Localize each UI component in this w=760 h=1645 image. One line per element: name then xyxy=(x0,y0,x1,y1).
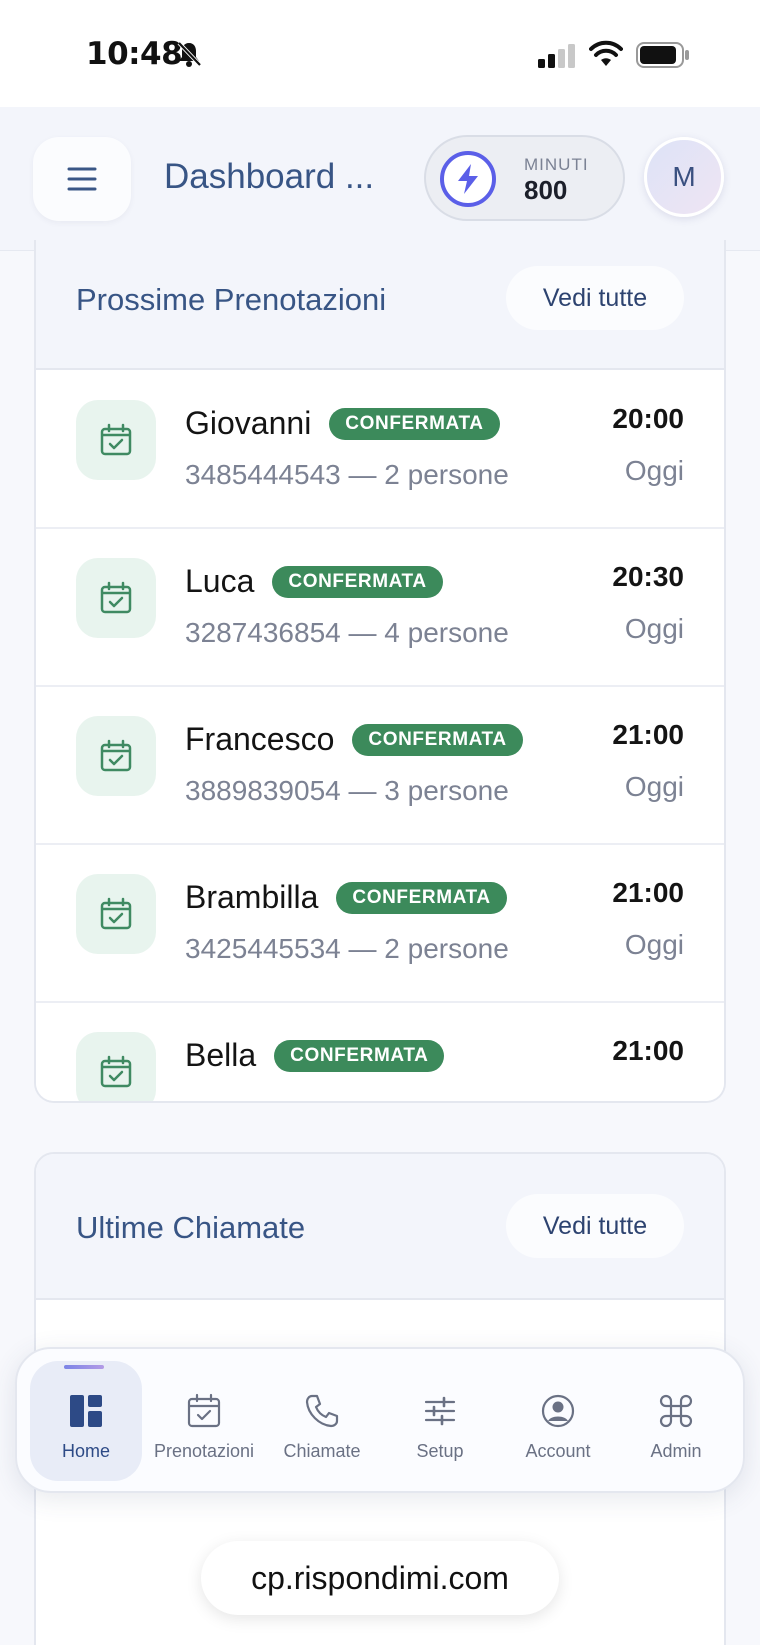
booking-detail: 3425445534 — 2 persone xyxy=(185,933,509,964)
status-badge: CONFERMATA xyxy=(352,723,523,756)
calendar-check-icon xyxy=(76,400,156,480)
bell-off-icon xyxy=(177,41,202,67)
app-header: Dashboard ... MINUTI 800 M xyxy=(0,107,760,251)
calls-see-all-button[interactable]: Vedi tutte xyxy=(506,1194,684,1258)
booking-detail: 3889839054 — 3 persone xyxy=(185,775,509,806)
calendar-check-icon xyxy=(186,1391,222,1431)
booking-name-row: Giovanni CONFERMATA xyxy=(185,405,500,442)
status-bar: 10:48 xyxy=(0,0,760,107)
booking-time: 20:00 xyxy=(612,403,684,434)
signal-icon xyxy=(538,44,575,68)
booking-time: 21:00 xyxy=(612,1035,684,1066)
nav-item-home[interactable]: Home xyxy=(30,1361,142,1481)
battery-icon xyxy=(636,42,689,68)
booking-day: Oggi xyxy=(624,455,684,486)
booking-time: 21:00 xyxy=(612,877,684,908)
bolt-icon xyxy=(440,151,496,207)
nav-item-admin[interactable]: Admin xyxy=(620,1361,732,1481)
nav-label: Account xyxy=(525,1441,591,1461)
nav-label: Prenotazioni xyxy=(153,1441,255,1461)
nav-item-setup[interactable]: Setup xyxy=(384,1361,496,1481)
avatar[interactable]: M xyxy=(644,137,724,217)
nav-item-account[interactable]: Account xyxy=(502,1361,614,1481)
wifi-icon xyxy=(589,40,623,66)
phone-icon xyxy=(304,1391,340,1431)
calendar-check-icon xyxy=(76,1032,156,1101)
command-icon xyxy=(658,1391,694,1431)
status-badge: CONFERMATA xyxy=(274,1039,445,1072)
bookings-card-title: Prossime Prenotazioni xyxy=(76,282,387,317)
calls-card-title: Ultime Chiamate xyxy=(76,1210,306,1245)
booking-name-row: Francesco CONFERMATA xyxy=(185,721,523,758)
booking-item[interactable]: Bella CONFERMATA 21:00 xyxy=(36,1003,724,1101)
booking-item[interactable]: Francesco CONFERMATA 3889839054 — 3 pers… xyxy=(36,687,724,845)
bookings-card: Prossime Prenotazioni Vedi tutte Giovann… xyxy=(34,240,726,1103)
booking-detail: 3485444543 — 2 persone xyxy=(185,459,509,490)
browser-url-bar[interactable]: cp.rispondimi.com xyxy=(201,1541,559,1615)
sliders-icon xyxy=(422,1391,458,1431)
nav-label: Home xyxy=(61,1441,110,1461)
nav-label: Admin xyxy=(650,1441,702,1461)
booking-list: Giovanni CONFERMATA 3485444543 — 2 perso… xyxy=(36,371,724,1101)
status-badge: CONFERMATA xyxy=(272,565,443,598)
booking-name: Giovanni xyxy=(185,405,312,441)
bottom-nav: Home Prenotazioni Chiamate Setup Account… xyxy=(15,1347,745,1493)
booking-name: Bella xyxy=(185,1037,257,1073)
nav-item-chiamate[interactable]: Chiamate xyxy=(266,1361,378,1481)
menu-button[interactable] xyxy=(33,137,131,221)
hamburger-icon xyxy=(67,167,97,191)
booking-name-row: Bella CONFERMATA xyxy=(185,1037,445,1074)
nav-label: Setup xyxy=(416,1441,464,1461)
status-time: 10:48 xyxy=(86,36,183,72)
bookings-card-header: Prossime Prenotazioni Vedi tutte xyxy=(36,240,724,370)
calendar-check-icon xyxy=(76,716,156,796)
booking-time: 20:30 xyxy=(612,561,684,592)
booking-name: Francesco xyxy=(185,721,335,757)
nav-item-prenotazioni[interactable]: Prenotazioni xyxy=(148,1361,260,1481)
calendar-check-icon xyxy=(76,558,156,638)
calls-card-header: Ultime Chiamate Vedi tutte xyxy=(36,1154,724,1300)
minutes-balance[interactable]: MINUTI 800 xyxy=(424,135,625,221)
bookings-see-all-button[interactable]: Vedi tutte xyxy=(506,266,684,330)
booking-item[interactable]: Brambilla CONFERMATA 3425445534 — 2 pers… xyxy=(36,845,724,1003)
nav-label: Chiamate xyxy=(283,1441,361,1461)
booking-time: 21:00 xyxy=(612,719,684,750)
minutes-value: 800 xyxy=(524,175,568,205)
booking-name: Luca xyxy=(185,563,255,599)
active-indicator xyxy=(64,1365,104,1369)
status-badge: CONFERMATA xyxy=(329,407,500,440)
calendar-check-icon xyxy=(76,874,156,954)
dashboard-icon xyxy=(68,1391,104,1431)
status-badge: CONFERMATA xyxy=(336,881,507,914)
booking-item[interactable]: Giovanni CONFERMATA 3485444543 — 2 perso… xyxy=(36,371,724,529)
page-title: Dashboard ... xyxy=(164,157,375,196)
user-circle-icon xyxy=(540,1391,576,1431)
booking-detail: 3287436854 — 4 persone xyxy=(185,617,509,648)
booking-name-row: Luca CONFERMATA xyxy=(185,563,443,600)
booking-item[interactable]: Luca CONFERMATA 3287436854 — 4 persone 2… xyxy=(36,529,724,687)
booking-name-row: Brambilla CONFERMATA xyxy=(185,879,507,916)
booking-day: Oggi xyxy=(624,929,684,960)
minutes-label: MINUTI xyxy=(524,155,589,174)
booking-day: Oggi xyxy=(624,771,684,802)
booking-day: Oggi xyxy=(624,613,684,644)
booking-name: Brambilla xyxy=(185,879,319,915)
